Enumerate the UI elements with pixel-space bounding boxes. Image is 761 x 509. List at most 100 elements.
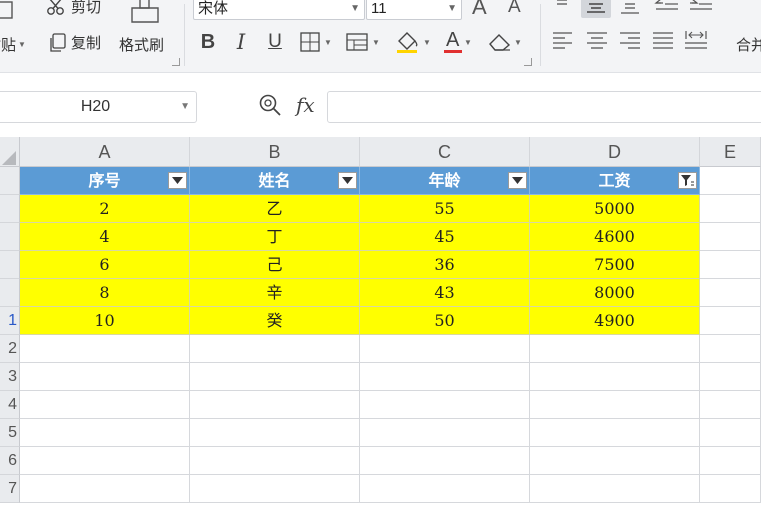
table-cell[interactable]: 4900 (530, 307, 700, 335)
filter-dropdown-icon[interactable] (338, 172, 357, 189)
align-bottom-button[interactable] (620, 0, 640, 16)
table-cell[interactable] (20, 475, 190, 503)
row-header[interactable]: 5 (0, 419, 20, 447)
align-left-button[interactable] (552, 31, 574, 49)
table-cell[interactable] (360, 447, 530, 475)
align-right-button[interactable] (619, 31, 641, 49)
decrease-font-size-button[interactable]: A (508, 0, 521, 18)
row-header[interactable]: 7 (0, 475, 20, 503)
table-cell[interactable]: 乙 (190, 195, 360, 223)
table-cell[interactable] (20, 447, 190, 475)
fill-color-button[interactable]: ▼ (393, 30, 433, 54)
table-cell[interactable]: 5000 (530, 195, 700, 223)
clear-button[interactable]: ▼ (486, 30, 524, 54)
table-cell[interactable]: 55 (360, 195, 530, 223)
table-cell[interactable] (20, 391, 190, 419)
table-cell[interactable] (530, 447, 700, 475)
paste-button[interactable]: 粘贴 ▼ (0, 34, 26, 55)
paste-icon[interactable] (0, 0, 14, 20)
table-cell[interactable]: 10 (20, 307, 190, 335)
row-header[interactable] (0, 279, 20, 307)
table-cell[interactable] (360, 363, 530, 391)
row-header[interactable] (0, 167, 20, 195)
table-cell[interactable] (190, 419, 360, 447)
table-header-cell[interactable]: 序号 (20, 167, 190, 195)
table-cell[interactable]: 4 (20, 223, 190, 251)
table-cell[interactable] (190, 335, 360, 363)
filter-dropdown-icon[interactable] (508, 172, 527, 189)
cut-button[interactable]: 剪切 (46, 0, 101, 17)
table-cell[interactable]: 2 (20, 195, 190, 223)
table-cell[interactable]: 8000 (530, 279, 700, 307)
row-header[interactable] (0, 195, 20, 223)
table-cell[interactable] (700, 419, 761, 447)
name-box[interactable]: H20 ▼ (0, 91, 197, 123)
table-cell[interactable] (360, 335, 530, 363)
clipboard-launcher-icon[interactable] (172, 58, 180, 66)
distributed-align-button[interactable] (684, 29, 710, 51)
insert-function-button[interactable]: fx (296, 93, 315, 117)
table-cell[interactable] (700, 363, 761, 391)
table-cell[interactable]: 36 (360, 251, 530, 279)
table-cell[interactable]: 丁 (190, 223, 360, 251)
table-cell[interactable] (360, 391, 530, 419)
table-cell[interactable] (700, 447, 761, 475)
increase-font-size-button[interactable]: A (472, 0, 487, 20)
row-header[interactable]: 2 (0, 335, 20, 363)
justify-button[interactable] (652, 31, 674, 49)
table-cell[interactable] (700, 391, 761, 419)
font-size-select[interactable]: 11 ▼ (366, 0, 462, 20)
merge-button[interactable]: 合并 (736, 34, 761, 55)
table-cell[interactable] (190, 363, 360, 391)
table-cell[interactable]: 8 (20, 279, 190, 307)
row-header[interactable] (0, 223, 20, 251)
table-cell[interactable] (20, 363, 190, 391)
align-top-button[interactable] (552, 0, 572, 12)
column-header-c[interactable]: C (360, 137, 530, 167)
italic-button[interactable]: I (230, 30, 252, 54)
underline-button[interactable]: U (263, 30, 287, 54)
row-header[interactable]: 1 (0, 307, 20, 335)
table-cell[interactable] (190, 391, 360, 419)
table-cell[interactable]: 7500 (530, 251, 700, 279)
row-header[interactable] (0, 251, 20, 279)
table-cell[interactable]: 50 (360, 307, 530, 335)
table-cell[interactable] (190, 447, 360, 475)
row-header[interactable]: 4 (0, 391, 20, 419)
table-cell[interactable]: 癸 (190, 307, 360, 335)
table-cell[interactable] (530, 419, 700, 447)
table-cell[interactable]: 45 (360, 223, 530, 251)
filter-active-icon[interactable] (678, 172, 697, 189)
table-header-cell[interactable]: 年龄 (360, 167, 530, 195)
zoom-search-icon[interactable] (258, 93, 284, 117)
table-cell[interactable] (700, 223, 761, 251)
font-color-button[interactable]: A ▼ (440, 29, 476, 54)
table-cell[interactable] (530, 363, 700, 391)
table-cell[interactable] (360, 475, 530, 503)
formula-input[interactable] (327, 91, 761, 123)
table-header-cell[interactable]: 工资 (530, 167, 700, 195)
font-launcher-icon[interactable] (524, 58, 532, 66)
row-header[interactable]: 3 (0, 363, 20, 391)
bold-button[interactable]: B (196, 30, 220, 54)
table-cell[interactable]: 43 (360, 279, 530, 307)
table-cell[interactable] (20, 419, 190, 447)
table-cell[interactable] (190, 475, 360, 503)
table-cell[interactable] (530, 475, 700, 503)
table-cell[interactable] (20, 335, 190, 363)
column-header-b[interactable]: B (190, 137, 360, 167)
filter-dropdown-icon[interactable] (168, 172, 187, 189)
table-cell[interactable]: 6 (20, 251, 190, 279)
table-cell[interactable]: 4600 (530, 223, 700, 251)
column-header-d[interactable]: D (530, 137, 700, 167)
copy-button[interactable]: 复制 (48, 32, 101, 53)
column-header-e[interactable]: E (700, 137, 761, 167)
decrease-indent-button[interactable] (654, 0, 680, 14)
table-cell[interactable] (700, 307, 761, 335)
format-painter-button[interactable]: 格式刷 (119, 34, 164, 55)
table-cell[interactable] (530, 335, 700, 363)
table-header-cell[interactable]: 姓名 (190, 167, 360, 195)
table-cell[interactable]: 己 (190, 251, 360, 279)
format-painter-icon[interactable] (128, 0, 162, 26)
table-cell[interactable] (700, 195, 761, 223)
